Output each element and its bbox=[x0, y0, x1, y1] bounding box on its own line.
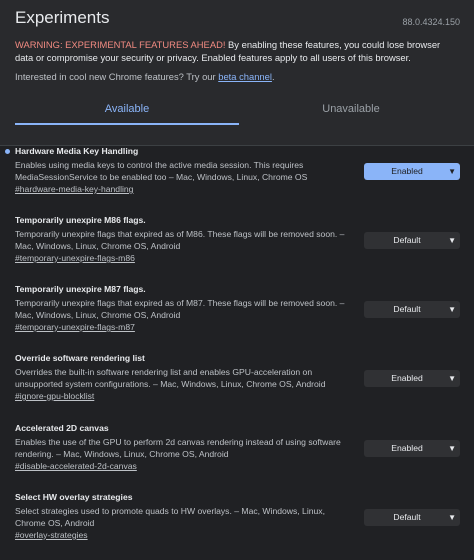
select-value: Enabled bbox=[391, 373, 423, 383]
experiment-name: Override software rendering list bbox=[15, 353, 145, 363]
experiment-state-select[interactable]: Enabled ▼ bbox=[364, 163, 460, 180]
chevron-down-icon: ▼ bbox=[448, 167, 456, 176]
experiment-state-select[interactable]: Default ▼ bbox=[364, 301, 460, 318]
chevron-down-icon: ▼ bbox=[448, 305, 456, 314]
experiment-description: Enables the use of the GPU to perform 2d… bbox=[15, 437, 341, 459]
experiment-permalink[interactable]: #hardware-media-key-handling bbox=[15, 184, 133, 194]
experiment-permalink[interactable]: #ignore-gpu-blocklist bbox=[15, 391, 94, 401]
experiment-name: Temporarily unexpire M87 flags. bbox=[15, 284, 146, 294]
experiment-name: Hardware Media Key Handling bbox=[15, 146, 139, 156]
promo-text: Interested in cool new Chrome features? … bbox=[15, 71, 219, 82]
tab-available[interactable]: Available bbox=[15, 95, 239, 125]
experiment-description: Enables using media keys to control the … bbox=[15, 160, 308, 182]
select-value: Default bbox=[393, 304, 421, 314]
version-label: 88.0.4324.150 bbox=[402, 17, 460, 27]
select-value: Enabled bbox=[391, 166, 423, 176]
select-value: Default bbox=[393, 512, 421, 522]
experiment-name: Temporarily unexpire M86 flags. bbox=[15, 215, 146, 225]
chevron-down-icon: ▼ bbox=[448, 236, 456, 245]
modified-indicator bbox=[5, 149, 10, 154]
tab-bar: Available Unavailable bbox=[0, 95, 474, 145]
page-title: Experiments bbox=[15, 8, 110, 27]
experiment-name: Select HW overlay strategies bbox=[15, 492, 133, 502]
select-value: Default bbox=[393, 235, 421, 245]
experiment-description: Overrides the built-in software renderin… bbox=[15, 367, 326, 389]
experiment-name: Accelerated 2D canvas bbox=[15, 423, 109, 433]
experiment-state-select[interactable]: Enabled ▼ bbox=[364, 440, 460, 457]
chevron-down-icon: ▼ bbox=[448, 513, 456, 522]
experiment-permalink[interactable]: #temporary-unexpire-flags-m86 bbox=[15, 253, 135, 263]
experiment-permalink[interactable]: #disable-accelerated-2d-canvas bbox=[15, 461, 137, 471]
experiment-state-select[interactable]: Default ▼ bbox=[364, 232, 460, 249]
beta-channel-link[interactable]: beta channel bbox=[218, 71, 272, 82]
tab-unavailable[interactable]: Unavailable bbox=[239, 95, 463, 125]
experiment-state-select[interactable]: Default ▼ bbox=[364, 509, 460, 526]
chevron-down-icon: ▼ bbox=[448, 444, 456, 453]
promo-end: . bbox=[271, 71, 275, 82]
chevron-down-icon: ▼ bbox=[448, 374, 456, 383]
beta-channel-promo: Interested in cool new Chrome features? … bbox=[15, 71, 275, 82]
select-value: Enabled bbox=[391, 443, 423, 453]
experiment-description: Temporarily unexpire flags that expired … bbox=[15, 229, 345, 251]
page-header: Experiments 88.0.4324.150 WARNING: EXPER… bbox=[0, 0, 474, 146]
warning-strong: WARNING: EXPERIMENTAL FEATURES AHEAD! bbox=[15, 39, 226, 50]
experiment-permalink[interactable]: #temporary-unexpire-flags-m87 bbox=[15, 322, 135, 332]
experiment-state-select[interactable]: Enabled ▼ bbox=[364, 370, 460, 387]
warning-message: WARNING: EXPERIMENTAL FEATURES AHEAD! By… bbox=[15, 38, 455, 64]
experiment-permalink[interactable]: #overlay-strategies bbox=[15, 530, 88, 540]
active-tab-indicator bbox=[15, 123, 239, 125]
experiment-description: Temporarily unexpire flags that expired … bbox=[15, 298, 345, 320]
experiment-description: Select strategies used to promote quads … bbox=[15, 506, 325, 528]
